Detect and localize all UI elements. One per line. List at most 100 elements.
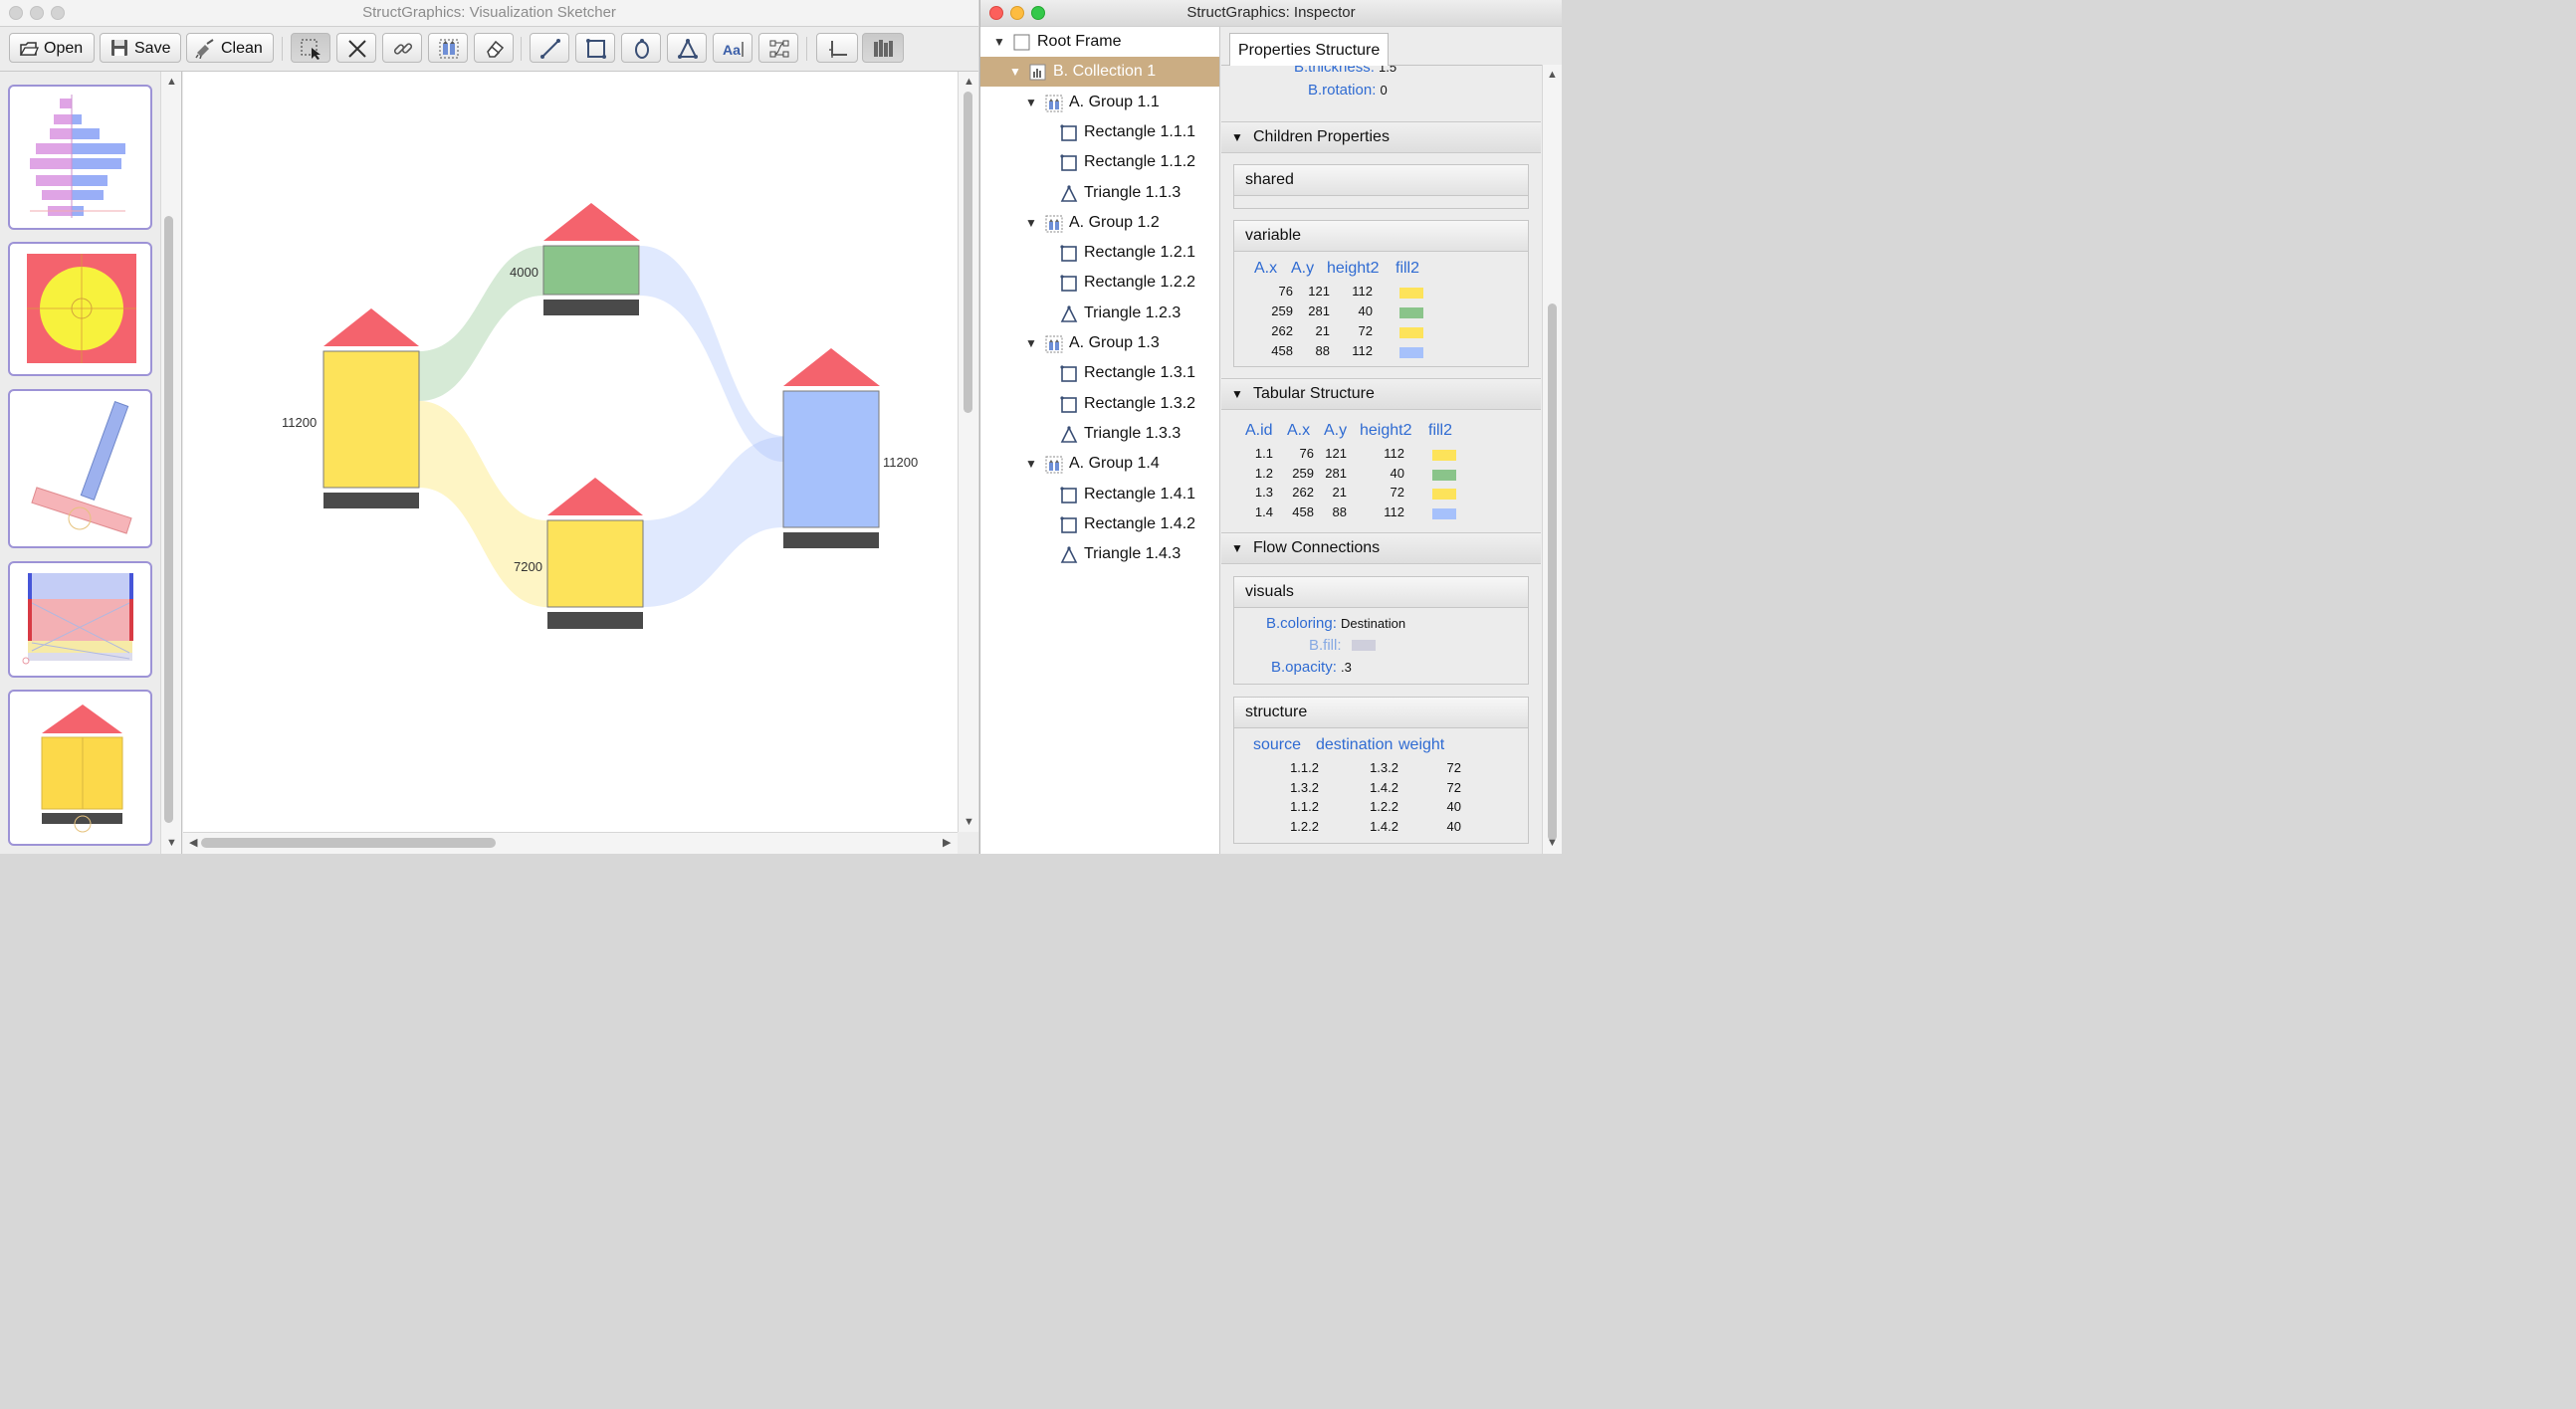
column-header[interactable]: weight [1398,736,1444,754]
expand-triangle-icon[interactable]: ▼ [1025,208,1037,238]
table-cell[interactable]: 112 [1333,284,1373,299]
fill-swatch[interactable] [1432,507,1456,519]
fill-swatch[interactable] [1432,489,1456,500]
table-cell[interactable]: 112 [1365,504,1404,519]
table-cell[interactable]: 72 [1421,760,1461,775]
minimize-window-button[interactable] [30,6,44,20]
tree-node-a-group-1-1[interactable]: ▼ A. Group 1.1 [980,88,1219,117]
table-cell[interactable]: 112 [1365,446,1404,461]
template-thumbnail-house[interactable] [8,690,152,846]
tree-node-rectangle-1-2-1[interactable]: Rectangle 1.2.1 [980,238,1219,268]
tree-node-triangle-1-4-3[interactable]: Triangle 1.4.3 [980,539,1219,569]
table-cell[interactable]: 76 [1253,284,1293,299]
rectangle-tool-button[interactable] [575,33,615,63]
table-cell[interactable]: 21 [1290,323,1330,338]
template-thumbnail-circle[interactable] [8,242,152,376]
group-tool-button[interactable] [428,33,468,63]
table-cell[interactable]: 40 [1333,303,1373,318]
table-cell[interactable]: 121 [1307,446,1347,461]
table-cell[interactable]: 88 [1290,343,1330,358]
table-cell[interactable]: 21 [1307,485,1347,500]
table-cell[interactable]: 1.1 [1233,446,1273,461]
table-cell[interactable]: 259 [1253,303,1293,318]
group-1-3[interactable] [546,478,644,629]
tree-node-rectangle-1-4-1[interactable]: Rectangle 1.4.1 [980,480,1219,509]
tabular-structure-header[interactable]: ▼ Tabular Structure [1221,378,1541,410]
flow-1-3-to-1-4[interactable] [643,437,783,607]
library-tool-button[interactable] [862,33,904,63]
rotation-value[interactable]: 0 [1381,83,1388,98]
tree-node-rectangle-1-3-1[interactable]: Rectangle 1.3.1 [980,358,1219,388]
fill-swatch[interactable] [1432,469,1456,481]
table-cell[interactable]: 40 [1421,799,1461,814]
template-thumbnail-pyramid[interactable] [8,85,152,230]
coloring-value[interactable]: Destination [1341,616,1405,631]
canvas-horizontal-scrollbar[interactable]: ◀ ▶ [183,832,958,854]
column-header[interactable]: A.x [1254,260,1277,278]
tab-properties-structure[interactable]: Properties Structure [1229,33,1390,66]
expand-triangle-icon[interactable]: ▼ [993,27,1005,57]
tree-node-a-group-1-3[interactable]: ▼ A. Group 1.3 [980,328,1219,358]
expand-triangle-icon[interactable]: ▼ [1025,449,1037,479]
table-cell[interactable]: 88 [1307,504,1347,519]
column-header[interactable]: A.y [1324,422,1347,440]
template-thumbnail-sankey[interactable] [8,561,152,678]
zoom-window-button[interactable] [1031,6,1045,20]
opacity-value[interactable]: .3 [1341,660,1352,675]
open-button[interactable]: Open [9,33,95,63]
canvas-vertical-scrollbar[interactable]: ▲ ▼ [958,72,978,832]
table-cell[interactable]: 1.2.2 [1279,819,1319,834]
fill-swatch[interactable] [1399,307,1423,318]
tree-node-a-group-1-4[interactable]: ▼ A. Group 1.4 [980,449,1219,479]
table-cell[interactable]: 1.4 [1233,504,1273,519]
table-cell[interactable]: 281 [1290,303,1330,318]
table-cell[interactable]: 458 [1253,343,1293,358]
tree-node-rectangle-1-2-2[interactable]: Rectangle 1.2.2 [980,268,1219,298]
column-header[interactable]: height2 [1327,260,1380,278]
column-header[interactable]: fill2 [1428,422,1452,440]
library-scrollbar[interactable]: ▲ ▼ [160,72,181,854]
tree-node-triangle-1-3-3[interactable]: Triangle 1.3.3 [980,419,1219,449]
tree-node-root-frame[interactable]: ▼ Root Frame [980,27,1219,57]
close-window-button[interactable] [9,6,23,20]
group-1-2[interactable] [542,203,640,315]
expand-triangle-icon[interactable]: ▼ [1009,57,1021,87]
table-cell[interactable]: 1.3.2 [1279,780,1319,795]
table-cell[interactable]: 72 [1421,780,1461,795]
table-cell[interactable]: 40 [1365,466,1404,481]
table-cell[interactable]: 281 [1307,466,1347,481]
flow-tool-button[interactable] [758,33,798,63]
line-tool-button[interactable] [530,33,569,63]
fill-swatch[interactable] [1399,327,1423,338]
expand-triangle-icon[interactable]: ▼ [1025,88,1037,117]
fill-swatch[interactable] [1399,347,1423,358]
eraser-tool-button[interactable] [474,33,514,63]
table-cell[interactable]: 72 [1333,323,1373,338]
table-cell[interactable]: 40 [1421,819,1461,834]
table-cell[interactable]: 1.4.2 [1359,819,1398,834]
axis-tool-button[interactable] [816,33,858,63]
table-cell[interactable]: 1.3.2 [1359,760,1398,775]
flow-connections-header[interactable]: ▼ Flow Connections [1221,532,1541,564]
minimize-window-button[interactable] [1010,6,1024,20]
table-cell[interactable]: 1.2 [1233,466,1273,481]
group-1-1[interactable] [322,308,420,508]
tree-node-rectangle-1-4-2[interactable]: Rectangle 1.4.2 [980,509,1219,539]
table-cell[interactable]: 1.1.2 [1279,760,1319,775]
triangle-tool-button[interactable] [667,33,707,63]
column-header[interactable]: height2 [1360,422,1412,440]
table-cell[interactable]: 112 [1333,343,1373,358]
table-cell[interactable]: 1.3 [1233,485,1273,500]
column-header[interactable]: destination [1316,736,1393,754]
properties-scrollbar[interactable]: ▲ ▼ [1542,65,1562,854]
tree-node-rectangle-1-1-1[interactable]: Rectangle 1.1.1 [980,117,1219,147]
table-cell[interactable]: 262 [1253,323,1293,338]
thickness-value[interactable]: 1.5 [1379,66,1396,75]
tree-node-rectangle-1-3-2[interactable]: Rectangle 1.3.2 [980,389,1219,419]
close-window-button[interactable] [989,6,1003,20]
template-thumbnail-rotated[interactable] [8,389,152,548]
fill-swatch[interactable] [1399,288,1423,299]
column-header[interactable]: fill2 [1395,260,1419,278]
tree-node-a-group-1-2[interactable]: ▼ A. Group 1.2 [980,208,1219,238]
column-header[interactable]: source [1253,736,1301,754]
